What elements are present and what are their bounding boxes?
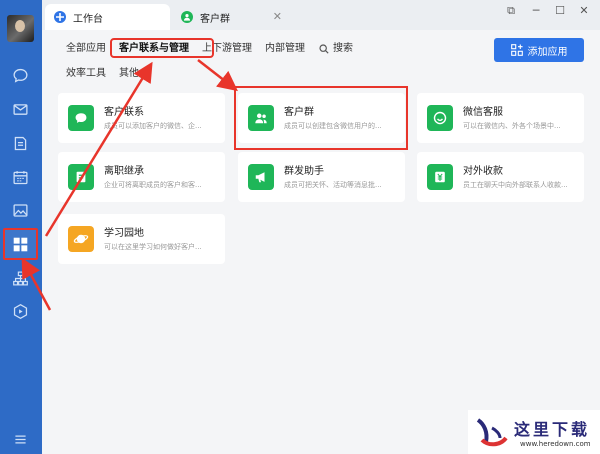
watermark-logo-icon	[476, 418, 508, 447]
watermark-url: www.heredown.com	[520, 440, 591, 448]
arrow-to-workbench	[21, 257, 52, 311]
watermark: 这里下载 www.heredown.com	[468, 410, 600, 454]
arrow-to-customer-group	[197, 59, 238, 92]
watermark-text: 这里下载	[514, 420, 591, 439]
arrow-to-category	[44, 61, 153, 237]
annotation-arrows	[21, 59, 238, 311]
